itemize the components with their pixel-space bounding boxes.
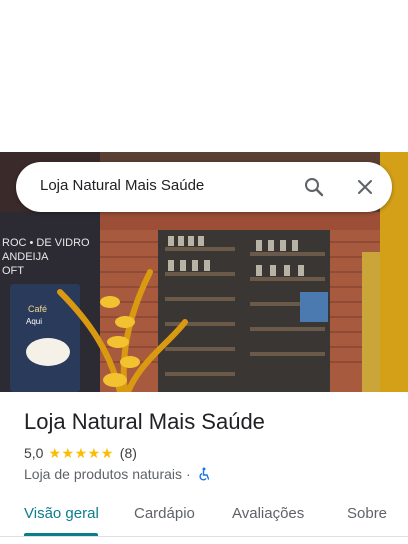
close-icon[interactable] bbox=[353, 175, 377, 199]
star-rating: ★ ★ ★ ★ ★ bbox=[48, 446, 113, 460]
place-tabs: Visão geral Cardápio Avaliações Sobre bbox=[0, 496, 408, 537]
star-icon: ★ bbox=[61, 445, 75, 461]
search-icon[interactable] bbox=[302, 175, 326, 199]
svg-text:ROC • DE VIDRO: ROC • DE VIDRO bbox=[2, 237, 90, 249]
svg-text:Café: Café bbox=[28, 304, 47, 314]
category-row: Loja de produtos naturais · bbox=[24, 465, 211, 483]
review-count[interactable]: (8) bbox=[120, 445, 137, 461]
search-bar[interactable]: Loja Natural Mais Saúde bbox=[16, 162, 392, 212]
star-icon: ★ bbox=[87, 445, 101, 461]
place-title: Loja Natural Mais Saúde bbox=[24, 409, 265, 434]
rating-row[interactable]: 5,0 ★ ★ ★ ★ ★ (8) bbox=[24, 444, 137, 462]
tab-menu[interactable]: Cardápio bbox=[134, 505, 195, 522]
svg-text:ANDEIJA: ANDEIJA bbox=[2, 251, 49, 263]
svg-text:Aqui: Aqui bbox=[26, 317, 42, 326]
map-blank-area bbox=[0, 0, 408, 152]
place-category: Loja de produtos naturais bbox=[24, 466, 182, 482]
tab-about[interactable]: Sobre bbox=[347, 505, 387, 522]
svg-text:OFT: OFT bbox=[2, 265, 24, 277]
star-icon: ★ bbox=[48, 445, 62, 461]
tab-reviews[interactable]: Avaliações bbox=[232, 505, 304, 522]
star-icon: ★ bbox=[74, 445, 88, 461]
search-input[interactable]: Loja Natural Mais Saúde bbox=[40, 177, 204, 194]
star-icon: ★ bbox=[100, 445, 114, 461]
active-tab-indicator bbox=[24, 533, 98, 536]
separator: · bbox=[186, 466, 191, 482]
tab-overview[interactable]: Visão geral bbox=[24, 505, 99, 522]
wheelchair-icon bbox=[197, 467, 211, 481]
rating-value: 5,0 bbox=[24, 445, 44, 461]
